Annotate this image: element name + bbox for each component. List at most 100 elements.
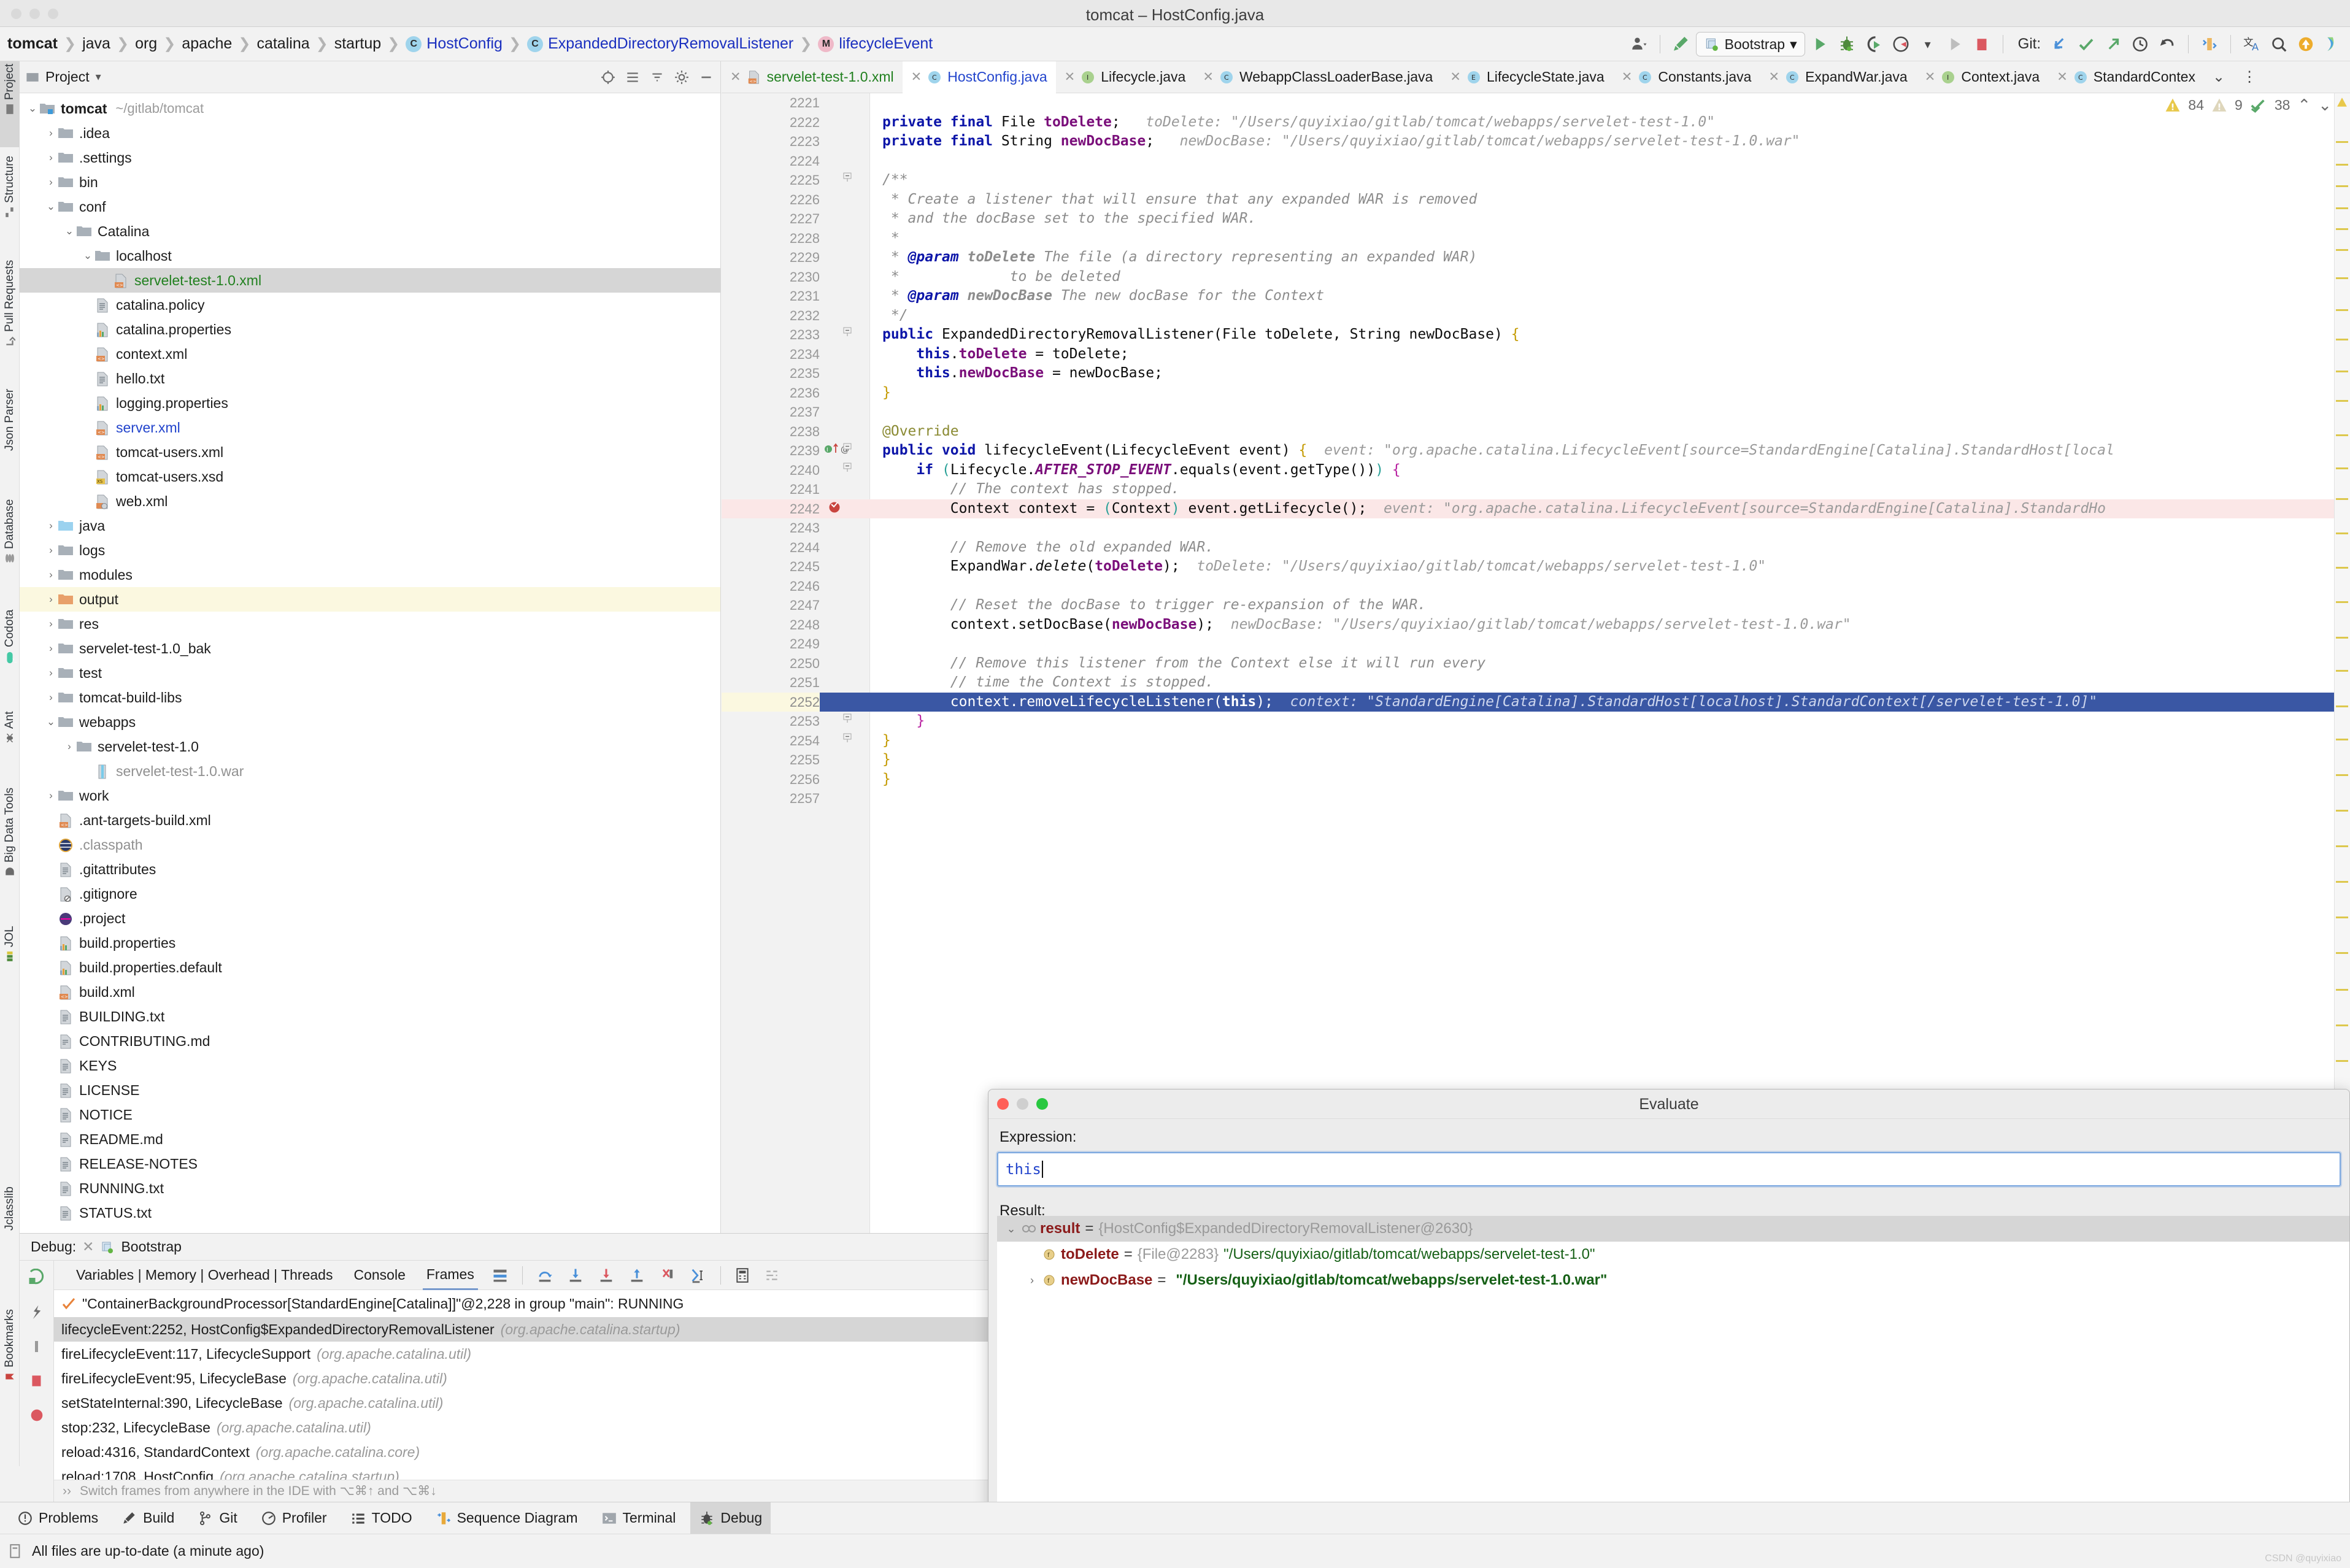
result-row[interactable]: f toDelete = {File@2283} "/Users/quyixiao/gi… — [997, 1242, 2349, 1267]
fold-marker[interactable] — [842, 171, 855, 183]
bottom-tab-terminal[interactable]: Terminal — [593, 1502, 685, 1534]
stop-icon[interactable] — [1970, 32, 1994, 56]
code-line-2256[interactable]: 2256} — [722, 770, 2350, 790]
evaluate-expression-icon[interactable] — [734, 1267, 750, 1283]
tree-node-java[interactable]: › java — [20, 513, 720, 538]
close-tab-icon[interactable]: ✕ — [1768, 69, 1779, 85]
fold-marker[interactable] — [842, 712, 855, 724]
close-tab-icon[interactable]: ✕ — [1203, 69, 1214, 85]
fold-marker[interactable] — [842, 731, 855, 744]
expression-input[interactable]: this — [997, 1152, 2341, 1186]
code-line-2222[interactable]: 2222 private final File toDelete; toDelet… — [722, 113, 2350, 133]
code-line-2251[interactable]: 2251 // time the Context is stopped. — [722, 673, 2350, 693]
marker-stripe[interactable] — [2336, 400, 2348, 402]
search-everywhere-icon[interactable] — [2267, 32, 2291, 56]
tree-node--idea[interactable]: › .idea — [20, 121, 720, 145]
resume-program-icon[interactable] — [20, 1261, 53, 1295]
chevron-down-icon[interactable]: ▾ — [96, 71, 101, 83]
code-line-2231[interactable]: 2231 * @param newDocBase The new docBase… — [722, 286, 2350, 306]
user-avatar-icon[interactable] — [1627, 32, 1651, 56]
code-line-2249[interactable]: 2249 — [722, 634, 2350, 654]
git-pull-icon[interactable] — [2047, 32, 2071, 56]
code-line-2236[interactable]: 2236} — [722, 383, 2350, 403]
breadcrumb-item-java[interactable]: java — [82, 35, 110, 53]
marker-stripe[interactable] — [2336, 339, 2348, 340]
ide-assistant-icon[interactable] — [2321, 32, 2345, 56]
tree-node-servelet-test-1-0-bak[interactable]: › servelet-test-1.0_bak — [20, 636, 720, 661]
code-line-2239[interactable]: 2239 I @ public void lifecycleEvent(Lifecyc… — [722, 441, 2350, 461]
bottom-tab-profiler[interactable]: Profiler — [252, 1502, 336, 1534]
marker-stripe[interactable] — [2336, 989, 2348, 991]
settings-icon[interactable] — [764, 1267, 780, 1283]
editor-tab-constants-java[interactable]: ✕ C Constants.java — [1613, 61, 1760, 93]
close-tab-icon[interactable]: ✕ — [1065, 69, 1076, 85]
breadcrumb-item-lifecycleevent[interactable]: MlifecycleEvent — [818, 35, 933, 53]
bottom-tab-git[interactable]: Git — [189, 1502, 245, 1534]
code-line-2241[interactable]: 2241 // The context has stopped. — [722, 480, 2350, 499]
close-tab-icon[interactable]: ✕ — [1925, 69, 1936, 85]
result-row[interactable]: › f newDocBase = "/Users/quyixiao/gitlab/tom… — [997, 1267, 2349, 1293]
step-out-icon[interactable] — [628, 1267, 645, 1284]
chevron-right-icon[interactable]: › — [44, 127, 58, 139]
chevron-right-icon[interactable]: › — [1022, 1274, 1042, 1287]
tree-node--project[interactable]: .project — [20, 906, 720, 931]
run-to-cursor-icon[interactable] — [690, 1267, 707, 1284]
marker-stripe[interactable] — [2336, 845, 2348, 847]
breadcrumb-item-hostconfig[interactable]: C HostConfig — [406, 35, 503, 53]
tree-node--settings[interactable]: › .settings — [20, 145, 720, 170]
chevron-right-icon[interactable]: › — [44, 642, 58, 655]
run-icon[interactable] — [1808, 32, 1832, 56]
close-tab-icon[interactable]: ✕ — [730, 69, 741, 85]
view-breakpoints-icon[interactable] — [20, 1329, 53, 1364]
translate-icon[interactable]: 文A — [2240, 32, 2264, 56]
code-text-area[interactable]: 2221 2222 private final File toDelete; toD… — [722, 93, 2350, 1233]
editor-tab-bar[interactable]: ✕ <> servelet-test-1.0.xml ✕ C HostConfig.jav… — [722, 61, 2350, 93]
chevron-right-icon[interactable]: › — [44, 691, 58, 704]
code-line-2227[interactable]: 2227 * and the docBase set to the specif… — [722, 209, 2350, 229]
code-line-2244[interactable]: 2244 // Remove the old expanded WAR. — [722, 538, 2350, 558]
code-line-2246[interactable]: 2246 — [722, 577, 2350, 596]
result-row[interactable]: ⌄ result = {HostConfig$ExpandedDirectoryRem… — [997, 1216, 2349, 1242]
next-problem-icon[interactable]: ⌄ — [2318, 96, 2332, 115]
tree-node-running-txt[interactable]: RUNNING.txt — [20, 1176, 720, 1201]
debug-tab-variables[interactable]: Variables | Memory | Overhead | Threads — [72, 1261, 336, 1290]
chevron-right-icon[interactable]: › — [44, 593, 58, 605]
code-line-2234[interactable]: 2234 this.toDelete = toDelete; — [722, 345, 2350, 364]
collapse-all-icon[interactable] — [649, 69, 665, 85]
code-line-2243[interactable]: 2243 — [722, 518, 2350, 538]
tree-node-localhost[interactable]: ⌄ localhost — [20, 244, 720, 268]
chevron-down-icon[interactable]: ▾ — [1916, 32, 1940, 56]
chevron-down-icon[interactable]: ⌄ — [44, 201, 58, 213]
close-tab-icon[interactable]: ✕ — [1622, 69, 1633, 85]
tree-node-building-txt[interactable]: BUILDING.txt — [20, 1004, 720, 1029]
bottom-tab-build[interactable]: Build — [113, 1502, 183, 1534]
previous-problem-icon[interactable]: ⌃ — [2297, 96, 2311, 115]
code-line-2237[interactable]: 2237 — [722, 402, 2350, 422]
marker-stripe[interactable] — [2336, 228, 2348, 230]
editor-tab-standardcontex[interactable]: ✕ C StandardContex — [2048, 61, 2204, 93]
code-line-2250[interactable]: 2250 // Remove this listener from the Co… — [722, 654, 2350, 674]
evaluate-dialog[interactable]: Evaluate Expression: this Result: ⌄ resul… — [988, 1089, 2350, 1568]
code-line-2248[interactable]: 2248 context.setDocBase(newDocBase); new… — [722, 615, 2350, 635]
step-into-icon[interactable] — [567, 1267, 584, 1284]
tree-node-readme-md[interactable]: README.md — [20, 1127, 720, 1151]
tree-node--gitattributes[interactable]: .gitattributes — [20, 857, 720, 882]
tree-node-keys[interactable]: KEYS — [20, 1053, 720, 1078]
tree-node-work[interactable]: › work — [20, 783, 720, 808]
tree-node-license[interactable]: LICENSE — [20, 1078, 720, 1102]
inspection-summary[interactable]: 84 9 38 ⌃ ⌄ — [2165, 96, 2332, 115]
debug-side-toolbar[interactable] — [20, 1261, 54, 1502]
close-tab-icon[interactable]: ✕ — [1450, 69, 1461, 85]
chevron-down-icon[interactable]: ⌄ — [44, 716, 58, 728]
chevron-down-icon[interactable]: ⌄ — [1001, 1223, 1022, 1236]
marker-stripe[interactable] — [2336, 309, 2348, 311]
code-line-2230[interactable]: 2230 * to be deleted — [722, 267, 2350, 287]
tree-node-res[interactable]: › res — [20, 612, 720, 636]
code-line-2223[interactable]: 2223 private final String newDocBase; new… — [722, 132, 2350, 152]
marker-stripe[interactable] — [2336, 917, 2348, 918]
sidebar-item-database[interactable]: Database — [0, 497, 20, 601]
breadcrumb-item-catalina[interactable]: catalina — [256, 35, 309, 53]
code-line-2235[interactable]: 2235 this.newDocBase = newDocBase; — [722, 364, 2350, 383]
tree-node-output[interactable]: › output — [20, 587, 720, 612]
sidebar-item-structure[interactable]: Structure — [0, 153, 20, 252]
